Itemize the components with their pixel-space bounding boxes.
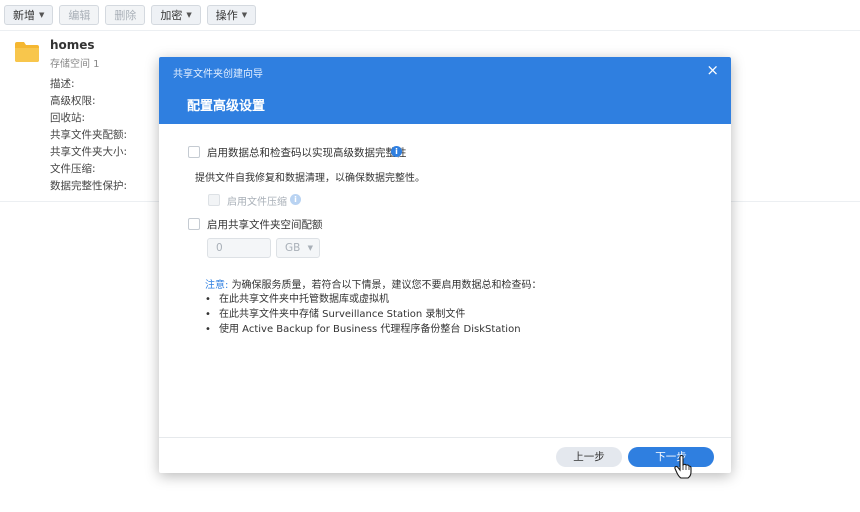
toolbar: 新增 ▼ 编辑 删除 加密 ▼ 操作 ▼ (4, 5, 257, 25)
dialog-footer-divider (159, 437, 731, 438)
dialog-subtitle: 配置高级设置 (187, 99, 266, 114)
checksum-checkbox[interactable] (188, 146, 200, 158)
previous-button[interactable]: 上一步 (556, 447, 622, 467)
action-button-label: 操作 (215, 9, 238, 22)
note-body: 为确保服务质量，若符合以下情景，建议您不要启用数据总和检查码： (231, 280, 542, 291)
note-text: 注意: 为确保服务质量，若符合以下情景，建议您不要启用数据总和检查码： (205, 276, 542, 291)
chevron-down-icon: ▼ (39, 11, 45, 19)
action-button[interactable]: 操作 ▼ (206, 5, 257, 25)
dialog-header: 共享文件夹创建向导 × 配置高级设置 (159, 57, 731, 124)
info-icon[interactable]: i (290, 194, 301, 205)
create-button-label: 新增 (13, 9, 35, 22)
share-storage: 存储空间 1 (50, 59, 100, 70)
checksum-description: 提供文件自我修复和数据清理，以确保数据完整性。 (195, 173, 425, 184)
share-name[interactable]: homes (50, 38, 95, 52)
note-bullets: 在此共享文件夹中托管数据库或虚拟机 在此共享文件夹中存储 Surveillanc… (205, 292, 521, 337)
folder-icon (15, 42, 39, 62)
next-button[interactable]: 下一步 (628, 447, 714, 467)
dialog-title: 共享文件夹创建向导 (173, 69, 263, 80)
delete-button-label: 删除 (114, 9, 137, 22)
edit-button[interactable]: 编辑 (59, 5, 100, 25)
prop-description: 描述: (50, 78, 75, 90)
prop-quota: 共享文件夹配额: (50, 129, 128, 141)
prop-size: 共享文件夹大小: (50, 146, 128, 158)
prop-data-integrity: 数据完整性保护: (50, 180, 128, 192)
quota-unit-select[interactable]: GB ▼ (276, 238, 320, 258)
compression-label: 启用文件压缩 (227, 197, 287, 208)
hand-pointer-icon (674, 455, 692, 479)
delete-button[interactable]: 删除 (105, 5, 146, 25)
note-label: 注意: (205, 280, 229, 291)
compression-checkbox[interactable] (208, 194, 220, 206)
info-icon[interactable]: i (391, 146, 402, 157)
quota-input[interactable]: 0 (207, 238, 271, 258)
create-button[interactable]: 新增 ▼ (4, 5, 54, 25)
list-item: 使用 Active Backup for Business 代理程序备份整台 D… (205, 322, 521, 337)
quota-unit-value: GB (285, 242, 301, 254)
list-item: 在此共享文件夹中存储 Surveillance Station 录制文件 (205, 307, 521, 322)
share-properties: 描述: 高级权限: 回收站: 共享文件夹配额: 共享文件夹大小: 文件压缩: 数… (50, 76, 127, 195)
shared-folder-wizard-dialog: 共享文件夹创建向导 × 配置高级设置 启用数据总和检查码以实现高级数据完整性 i… (159, 57, 731, 473)
toolbar-divider (0, 30, 860, 31)
close-icon[interactable]: × (706, 61, 719, 79)
encrypt-button-label: 加密 (160, 9, 183, 22)
quota-label[interactable]: 启用共享文件夹空间配额 (207, 217, 323, 232)
prop-advanced-permissions: 高级权限: (50, 95, 96, 107)
checksum-label[interactable]: 启用数据总和检查码以实现高级数据完整性 (207, 145, 407, 160)
prop-recycle-bin: 回收站: (50, 112, 86, 124)
prop-compression: 文件压缩: (50, 163, 96, 175)
quota-checkbox[interactable] (188, 218, 200, 230)
edit-button-label: 编辑 (68, 9, 91, 22)
chevron-down-icon: ▼ (241, 11, 248, 19)
chevron-down-icon: ▼ (186, 11, 192, 19)
encrypt-button[interactable]: 加密 ▼ (151, 5, 201, 25)
list-item: 在此共享文件夹中托管数据库或虚拟机 (205, 292, 521, 307)
chevron-down-icon: ▼ (307, 244, 313, 252)
